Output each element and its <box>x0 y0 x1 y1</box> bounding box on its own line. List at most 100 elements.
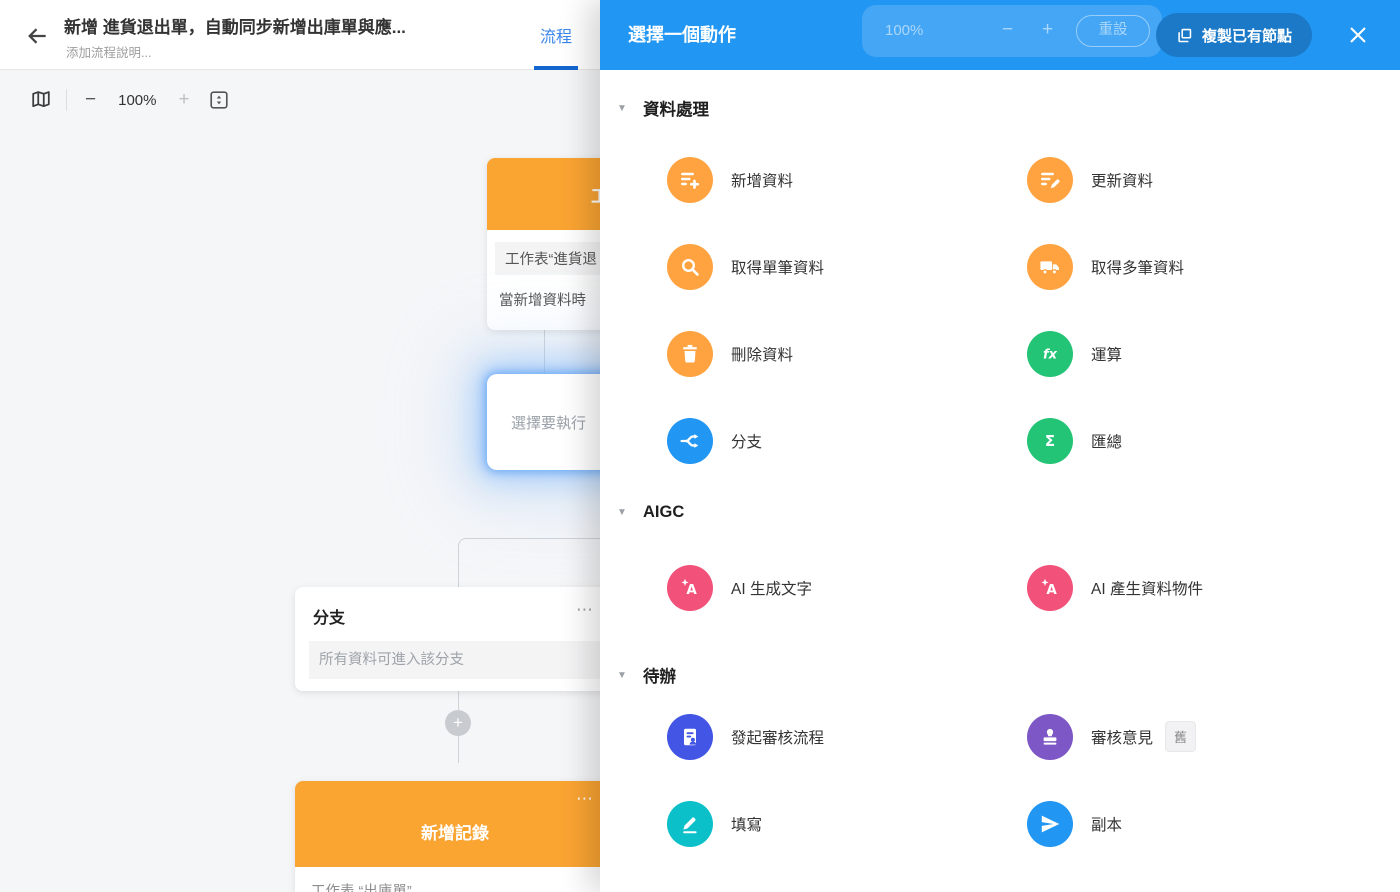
action-item-copy-to[interactable]: 副本 <box>1027 780 1387 867</box>
minimap-icon[interactable] <box>30 89 52 111</box>
copy-existing-node-button[interactable]: 複製已有節點 <box>1156 13 1313 57</box>
section-title: AIGC <box>643 502 685 521</box>
branch-icon <box>667 417 713 464</box>
branch-condition: 所有資料可進入該分支 <box>309 641 600 679</box>
action-item-label: AI 產生資料物件 <box>1091 580 1203 598</box>
ai-sparkle-icon <box>667 564 713 611</box>
flow-canvas[interactable]: − 100% + 工 工作表“進貨退 當新增資料時 選擇要執行 分支 ⋯ 所有資… <box>0 70 600 892</box>
action-picker-title: 選擇一個動作 <box>628 25 736 45</box>
editor-header: 新增 進貨退出單，自動同步新增出庫單與應... 添加流程說明... 流程 <box>0 0 600 70</box>
action-item-label: 匯總 <box>1091 433 1123 451</box>
action-grid-row: 發起審核流程 審核意見 舊 <box>600 693 1400 780</box>
action-grid-row: 分支 匯總 <box>600 397 1400 484</box>
action-grid-row: 填寫 副本 <box>600 780 1400 867</box>
action-grid-row: 新增資料 更新資料 <box>600 136 1400 223</box>
add-record-title: 新增記錄 <box>421 823 489 843</box>
fit-view-icon[interactable] <box>208 89 230 111</box>
close-panel-button[interactable] <box>1347 24 1369 46</box>
stamp-icon <box>1027 713 1073 760</box>
action-item-label: 副本 <box>1091 816 1123 834</box>
action-picker-header: 選擇一個動作 100% − + 重設 複製已有節點 <box>600 0 1400 70</box>
add-record-node[interactable]: 新增記錄 ⋯ 工作表 “出庫單” <box>295 781 600 892</box>
action-item-update-record[interactable]: 更新資料 <box>1027 136 1387 223</box>
trash-icon <box>667 330 713 377</box>
action-item-label: 更新資料 <box>1091 172 1154 190</box>
ghost-reset-button: 重設 <box>1076 15 1150 47</box>
list-edit-icon <box>1027 156 1073 203</box>
action-grid-row: 取得單筆資料 取得多筆資料 <box>600 223 1400 310</box>
approval-doc-icon <box>667 713 713 760</box>
action-item-ai-generate-object[interactable]: AI 產生資料物件 <box>1027 544 1387 631</box>
action-item-label: 運算 <box>1091 346 1123 364</box>
trigger-node[interactable]: 工 工作表“進貨退 當新增資料時 <box>487 158 600 330</box>
sigma-icon <box>1027 417 1073 464</box>
ghost-zoom-out: − <box>1002 19 1014 40</box>
arrow-left-icon <box>24 23 50 49</box>
list-plus-icon <box>667 156 713 203</box>
branch-node[interactable]: 分支 ⋯ 所有資料可進入該分支 <box>295 587 600 691</box>
action-item-label: 審核意見 <box>1091 729 1154 747</box>
action-item-label: 新增資料 <box>731 172 794 190</box>
close-icon <box>1347 24 1369 46</box>
section-header-todo[interactable]: ▼ 待辦 <box>600 663 1400 687</box>
canvas-toolbar: − 100% + <box>30 86 230 114</box>
section-title: 資料處理 <box>643 101 709 119</box>
back-button[interactable] <box>24 23 50 49</box>
ghost-zoom-level: 100% <box>885 22 924 39</box>
flow-description-placeholder[interactable]: 添加流程說明... <box>66 42 151 61</box>
trigger-node-title: 工 <box>591 186 600 206</box>
caret-down-icon: ▼ <box>617 102 627 114</box>
action-item-label: 填寫 <box>731 816 763 834</box>
zoom-in-button[interactable]: + <box>174 89 193 111</box>
section-header-data-processing[interactable]: ▼ 資料處理 <box>600 96 1400 120</box>
action-item-fill-in[interactable]: 填寫 <box>667 780 1027 867</box>
tab-flow-label: 流程 <box>539 29 572 46</box>
action-item-approval-opinion[interactable]: 審核意見 舊 <box>1027 693 1387 780</box>
action-item-start-approval[interactable]: 發起審核流程 <box>667 693 1027 780</box>
action-item-label: AI 生成文字 <box>731 580 812 598</box>
add-record-worksheet: 工作表 “出庫單” <box>311 884 412 892</box>
connector-trigger-down <box>544 328 545 376</box>
action-item-label: 發起審核流程 <box>731 729 825 747</box>
caret-down-icon: ▼ <box>617 506 627 518</box>
trigger-event-text: 當新增資料時 <box>499 293 586 309</box>
action-item-formula[interactable]: 運算 <box>1027 310 1387 397</box>
action-item-label: 分支 <box>731 433 763 451</box>
flow-title: 新增 進貨退出單，自動同步新增出庫單與應... <box>64 18 406 37</box>
action-item-label: 取得多筆資料 <box>1091 259 1185 277</box>
action-picker-body: ▼ 資料處理 新增資料 更新資料 取得單筆資料 取得多筆資料 刪除資料 運算 分… <box>600 70 1400 892</box>
ghost-zoom-in: + <box>1042 19 1054 40</box>
search-icon <box>667 243 713 290</box>
section-header-aigc[interactable]: ▼ AIGC <box>600 500 1400 524</box>
action-item-aggregate[interactable]: 匯總 <box>1027 397 1387 484</box>
action-item-ai-generate-text[interactable]: AI 生成文字 <box>667 544 1027 631</box>
action-item-get-single-record[interactable]: 取得單筆資料 <box>667 223 1027 310</box>
add-node-button[interactable]: + <box>445 710 471 736</box>
workflow-editor-app: 新增 進貨退出單，自動同步新增出庫單與應... 添加流程說明... 流程 − 1… <box>0 0 1400 892</box>
formula-fx-icon <box>1027 330 1073 377</box>
action-item-get-multiple-records[interactable]: 取得多筆資料 <box>1027 223 1387 310</box>
zoom-out-button[interactable]: − <box>81 89 100 111</box>
more-menu-icon[interactable]: ⋯ <box>576 789 595 809</box>
more-menu-icon[interactable]: ⋯ <box>576 600 595 620</box>
tab-flow[interactable]: 流程 <box>533 0 578 70</box>
canvas-zoom-ghost-controls: 100% − + 重設 <box>862 5 1162 57</box>
ai-sparkle-icon <box>1027 564 1073 611</box>
action-picker-panel: 選擇一個動作 100% − + 重設 複製已有節點 ▼ 資料處理 新增資料 更新… <box>600 0 1400 892</box>
action-item-label: 刪除資料 <box>731 346 794 364</box>
action-grid-row: 刪除資料 運算 <box>600 310 1400 397</box>
flow-editor-pane: 新增 進貨退出單，自動同步新增出庫單與應... 添加流程說明... 流程 − 1… <box>0 0 600 892</box>
legacy-badge: 舊 <box>1165 721 1197 752</box>
section-title: 待辦 <box>643 668 676 686</box>
zoom-level: 100% <box>118 91 157 109</box>
action-item-delete-record[interactable]: 刪除資料 <box>667 310 1027 397</box>
connector-to-branch <box>458 546 459 587</box>
trigger-node-header: 工 <box>487 158 600 230</box>
action-grid-row: AI 生成文字 AI 產生資料物件 <box>600 544 1400 631</box>
action-item-add-record[interactable]: 新增資料 <box>667 136 1027 223</box>
connector-branch-horizontal <box>466 538 600 539</box>
copy-existing-node-label: 複製已有節點 <box>1202 27 1293 45</box>
action-item-branch[interactable]: 分支 <box>667 397 1027 484</box>
trigger-worksheet-ref: 工作表“進貨退 <box>495 242 600 275</box>
action-placeholder-node[interactable]: 選擇要執行 <box>487 374 600 470</box>
